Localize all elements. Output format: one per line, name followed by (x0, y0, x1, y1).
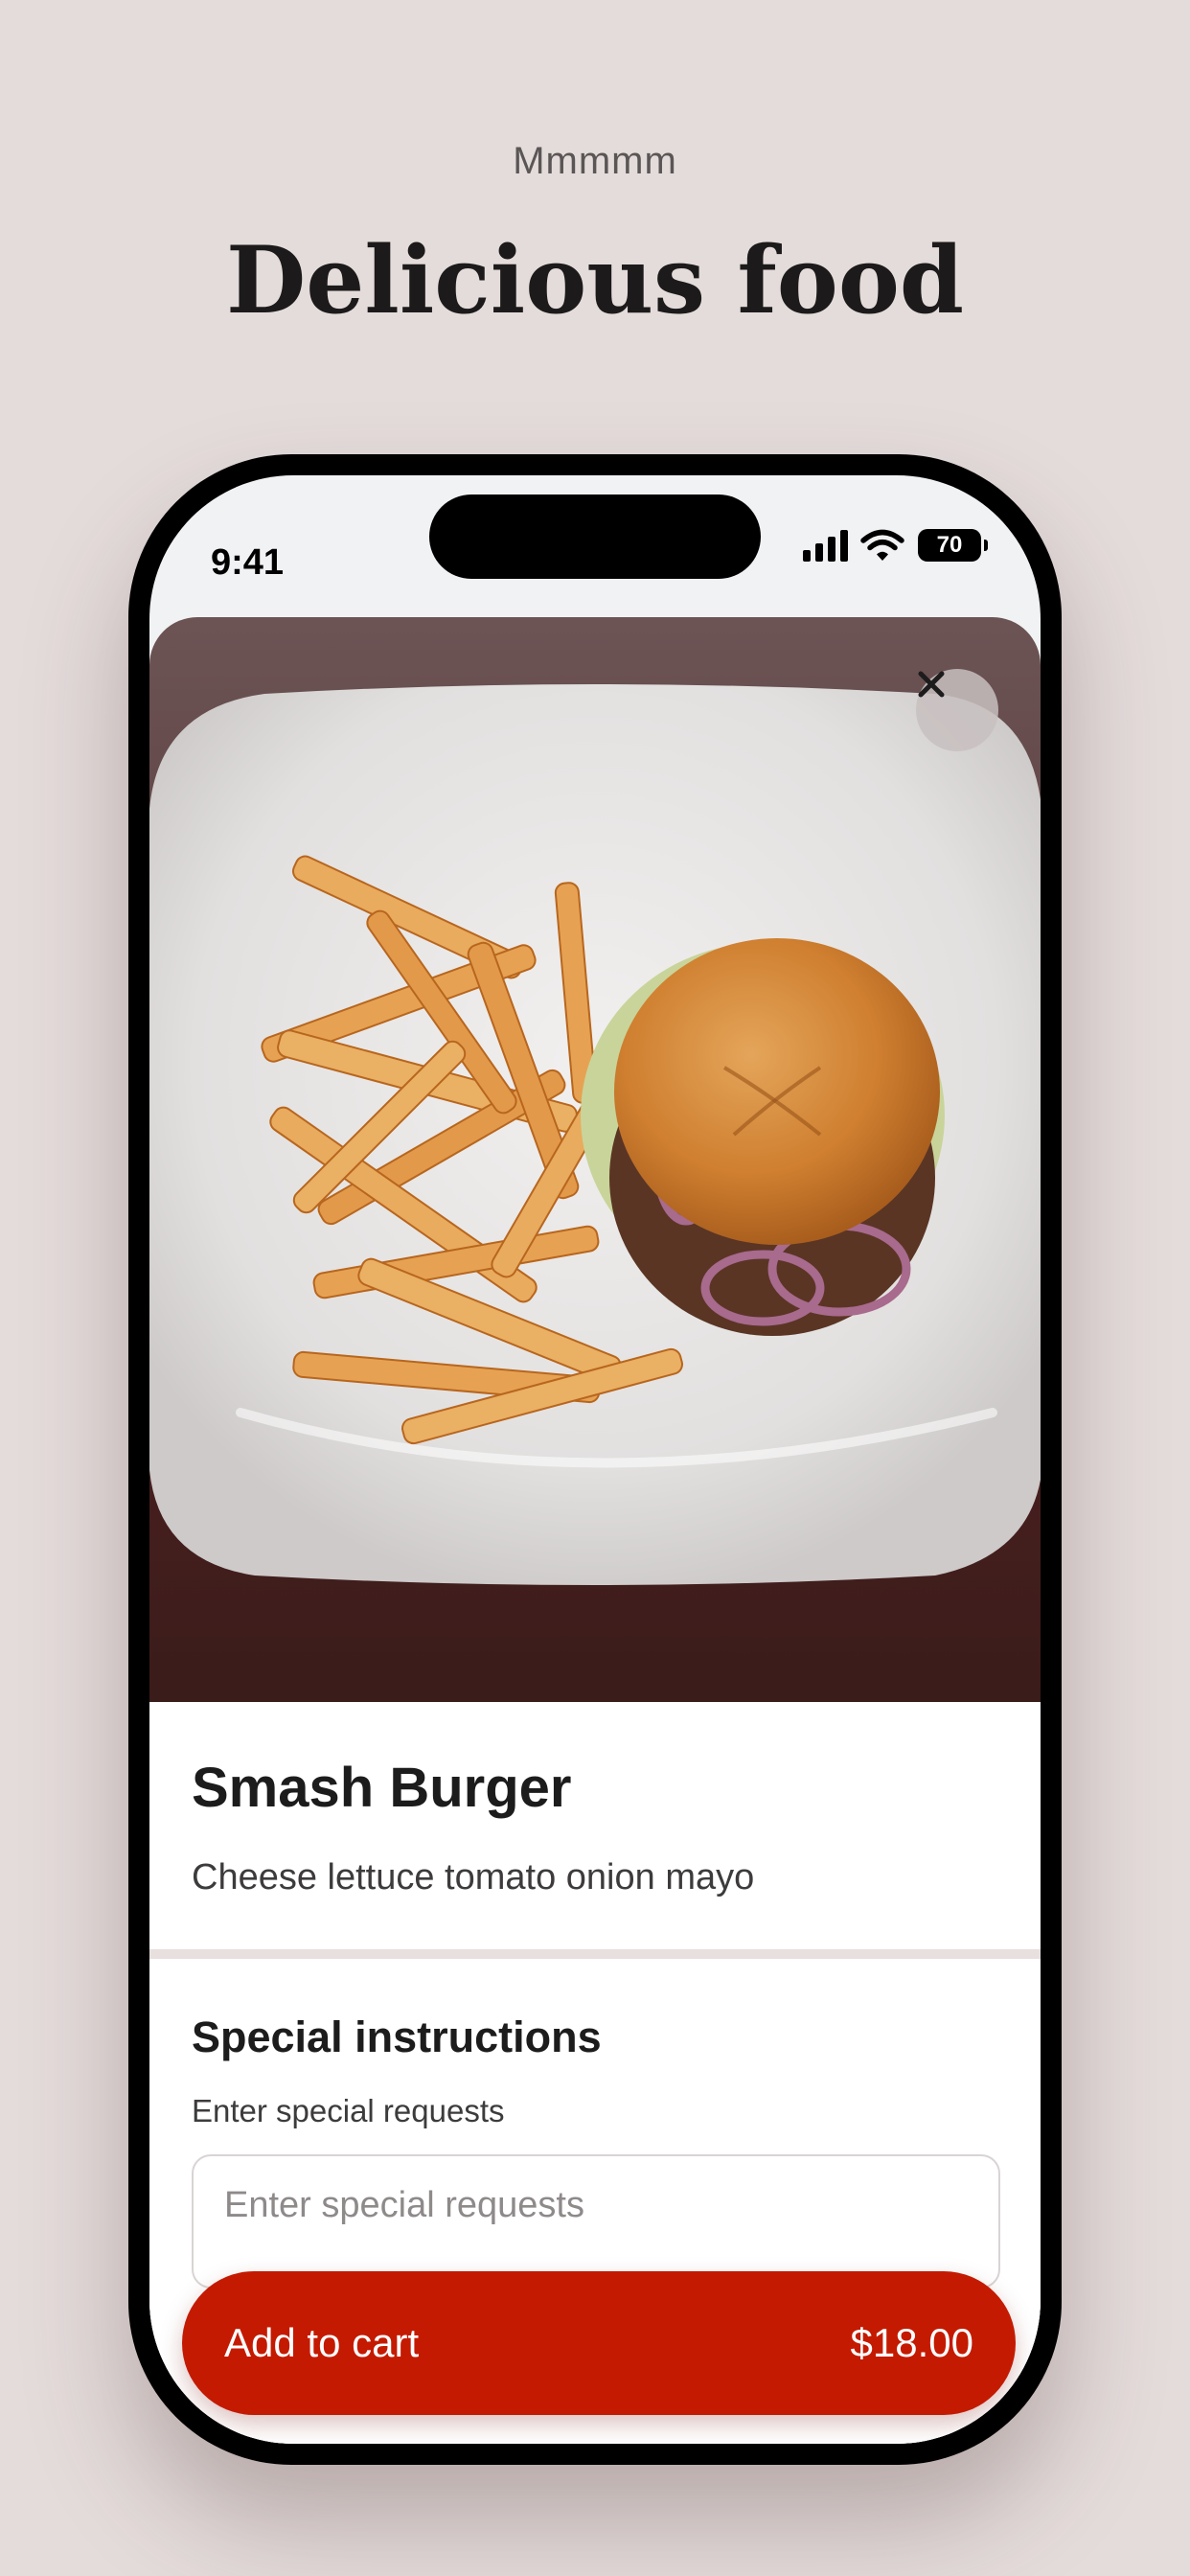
burger-and-fries-photo (149, 684, 1041, 1585)
promo-headline: Delicious food (226, 226, 964, 334)
status-time: 9:41 (211, 542, 285, 583)
battery-icon: 70 (918, 529, 988, 562)
item-info: Smash Burger Cheese lettuce tomato onion… (149, 1702, 1041, 1949)
dynamic-island (429, 494, 761, 579)
close-icon (918, 671, 945, 698)
close-button[interactable] (916, 669, 998, 751)
cellular-signal-icon (803, 530, 848, 562)
special-instructions-input[interactable] (192, 2154, 1000, 2288)
item-detail-sheet: Smash Burger Cheese lettuce tomato onion… (149, 617, 1041, 2444)
item-name: Smash Burger (192, 1757, 572, 1819)
add-to-cart-button[interactable]: Add to cart $18.00 (182, 2271, 1016, 2415)
promo-eyebrow: Mmmmm (513, 140, 677, 182)
add-to-cart-label: Add to cart (224, 2320, 420, 2365)
wifi-icon (860, 529, 904, 561)
item-photo (149, 617, 1041, 1702)
phone-frame: 9:41 70 Smash Burger Cheese lettuce toma… (128, 454, 1062, 2465)
special-instructions-title: Special instructions (192, 2012, 602, 2061)
section-divider (149, 1949, 1041, 1959)
item-description: Cheese lettuce tomato onion mayo (192, 1857, 755, 1898)
cart-price: $18.00 (850, 2320, 973, 2365)
phone-screen: 9:41 70 Smash Burger Cheese lettuce toma… (149, 475, 1041, 2444)
status-icons: 70 (801, 529, 988, 562)
special-instructions-label: Enter special requests (192, 2093, 505, 2128)
